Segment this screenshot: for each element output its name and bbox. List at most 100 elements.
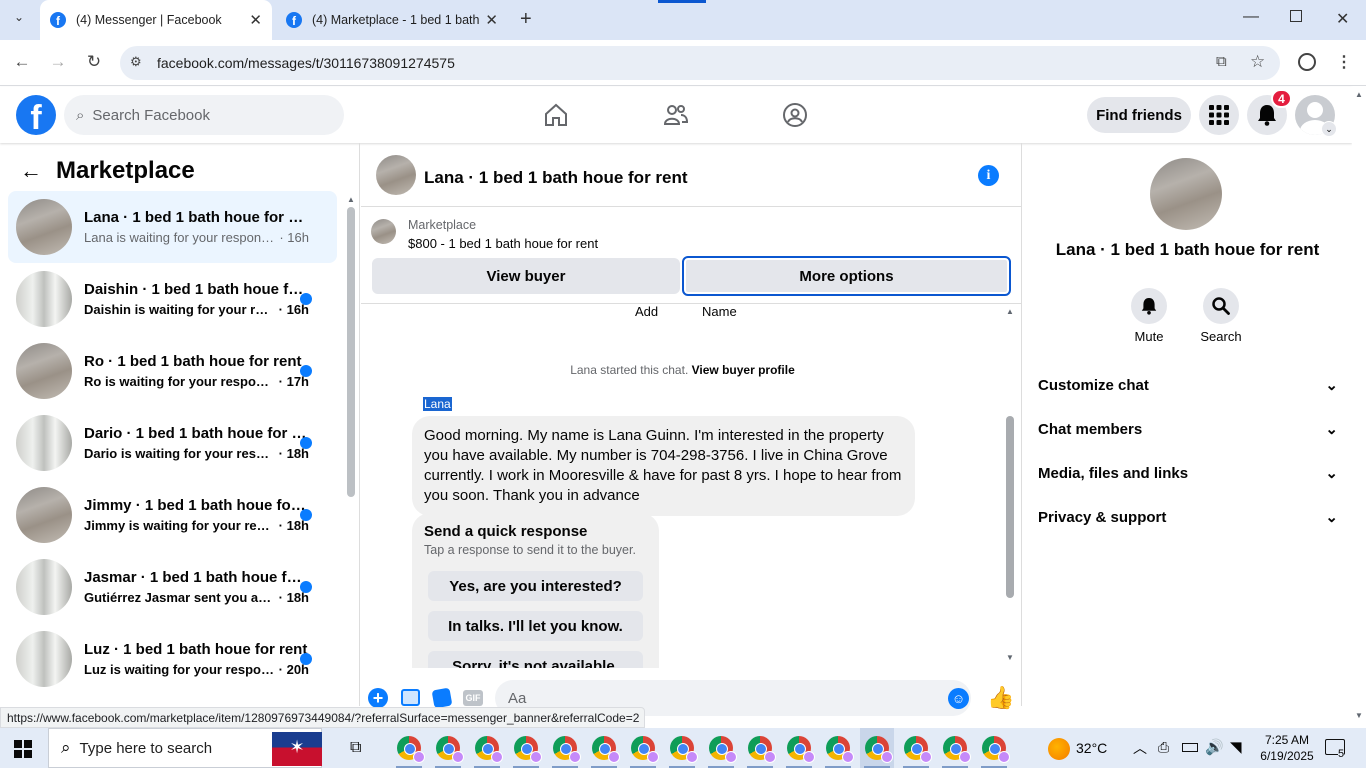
- chrome-taskbar-button[interactable]: [470, 728, 504, 768]
- profile-icon[interactable]: [1298, 53, 1316, 71]
- chrome-taskbar-button[interactable]: [665, 728, 699, 768]
- chat-scroll-down-icon[interactable]: ▼: [1006, 653, 1014, 662]
- clock[interactable]: 7:25 AM 6/19/2025: [1256, 732, 1318, 764]
- close-tab-icon[interactable]: ✕: [485, 11, 498, 29]
- facebook-logo-icon[interactable]: f: [16, 95, 56, 135]
- reload-icon[interactable]: ↻: [82, 52, 106, 72]
- find-friends-button[interactable]: Find friends: [1087, 97, 1191, 133]
- mute-button[interactable]: Mute: [1113, 288, 1185, 344]
- back-icon[interactable]: ←: [10, 52, 34, 72]
- chrome-taskbar-button[interactable]: [782, 728, 816, 768]
- chat-scrollbar[interactable]: [1006, 416, 1014, 598]
- url-text[interactable]: facebook.com/messages/t/3011673809127457…: [157, 55, 455, 71]
- groups-icon[interactable]: [782, 102, 808, 128]
- volume-icon[interactable]: 🔊: [1205, 738, 1224, 756]
- message-bubble[interactable]: Good morning. My name is Lana Guinn. I'm…: [412, 416, 915, 516]
- bookmark-star-icon[interactable]: ☆: [1250, 52, 1265, 72]
- quick-response-option[interactable]: Sorry, it's not available.: [428, 651, 643, 668]
- weather-temp[interactable]: 32°C: [1076, 740, 1107, 756]
- conversation-item[interactable]: Dario · 1 bed 1 bath houe for rent Dario …: [8, 407, 337, 479]
- task-view-icon[interactable]: ⧉: [350, 739, 361, 757]
- chevron-down-icon: ⌄: [1325, 377, 1338, 394]
- address-bar[interactable]: ⚙ facebook.com/messages/t/30116738091274…: [120, 46, 1280, 80]
- conversation-item[interactable]: Jasmar · 1 bed 1 bath houe for rent Gutié…: [8, 551, 337, 623]
- conversation-list-scrollbar[interactable]: [347, 207, 355, 497]
- close-window-icon[interactable]: ✕: [1336, 9, 1349, 29]
- chrome-taskbar-button[interactable]: [860, 728, 894, 768]
- chrome-taskbar-button[interactable]: [392, 728, 426, 768]
- chrome-taskbar-button[interactable]: [977, 728, 1011, 768]
- chrome-taskbar-button[interactable]: [938, 728, 972, 768]
- photo-icon[interactable]: [401, 689, 420, 706]
- tab-messenger[interactable]: f (4) Messenger | Facebook ✕: [40, 0, 272, 40]
- conversation-item[interactable]: Daishin · 1 bed 1 bath houe for rent Dais…: [8, 263, 337, 335]
- view-buyer-profile-link[interactable]: View buyer profile: [692, 363, 795, 377]
- info-icon[interactable]: i: [978, 165, 999, 186]
- search-highlight-image[interactable]: ✶: [272, 732, 322, 766]
- chrome-taskbar-button[interactable]: [743, 728, 777, 768]
- conversation-item[interactable]: Luz · 1 bed 1 bath houe for rent Luz is w…: [8, 623, 337, 695]
- profile-name[interactable]: Lana · 1 bed 1 bath houe for rent: [1023, 240, 1352, 260]
- weather-icon[interactable]: [1048, 738, 1070, 760]
- chrome-taskbar-button[interactable]: [431, 728, 465, 768]
- quick-response-option[interactable]: Yes, are you interested?: [428, 571, 643, 601]
- conversation-preview: Dario is waiting for your response.· 18h: [84, 446, 309, 461]
- scroll-up-arrow-icon[interactable]: ▲: [347, 195, 355, 204]
- page-scroll-up-icon[interactable]: ▲: [1355, 90, 1363, 99]
- chrome-taskbar-button[interactable]: [509, 728, 543, 768]
- chat-avatar[interactable]: [376, 155, 416, 195]
- new-tab-icon[interactable]: +: [520, 8, 532, 31]
- profile-picture[interactable]: [1150, 158, 1222, 230]
- conversation-text: Jasmar · 1 bed 1 bath houe for rent Gutié…: [84, 569, 309, 605]
- menu-button[interactable]: [1199, 95, 1239, 135]
- chrome-taskbar-button[interactable]: [626, 728, 660, 768]
- menu-kebab-icon[interactable]: ⋮: [1336, 52, 1352, 72]
- chrome-taskbar-button[interactable]: [821, 728, 855, 768]
- battery-icon[interactable]: [1182, 743, 1198, 752]
- search-facebook-input[interactable]: ⌕ Search Facebook: [64, 95, 344, 135]
- sticker-icon[interactable]: [431, 687, 453, 709]
- windows-start-icon[interactable]: [14, 740, 32, 758]
- conversation-item[interactable]: Jimmy · 1 bed 1 bath houe for rent Jimmy …: [8, 479, 337, 551]
- chat-members-row[interactable]: Chat members ⌄: [1038, 414, 1338, 444]
- forward-icon[interactable]: →: [46, 52, 70, 72]
- back-arrow-icon[interactable]: ←: [20, 158, 42, 184]
- listing-thumbnail[interactable]: [371, 219, 396, 244]
- chat-title[interactable]: Lana · 1 bed 1 bath houe for rent: [424, 168, 688, 188]
- close-tab-icon[interactable]: ✕: [249, 11, 262, 29]
- account-chevron-icon[interactable]: ⌄: [1321, 121, 1337, 137]
- thumbs-up-icon[interactable]: 👍: [987, 685, 1014, 711]
- network-icon[interactable]: ◥: [1230, 738, 1242, 756]
- customize-chat-row[interactable]: Customize chat ⌄: [1038, 370, 1338, 400]
- conversation-item[interactable]: Ro · 1 bed 1 bath houe for rent Ro is wai…: [8, 335, 337, 407]
- page-scrollbar[interactable]: ▲ ▼: [1352, 87, 1366, 728]
- meet-icon[interactable]: ⎙: [1158, 739, 1169, 756]
- home-icon[interactable]: [543, 103, 569, 127]
- tab-marketplace[interactable]: f (4) Marketplace - 1 bed 1 bath ✕: [276, 0, 508, 40]
- install-app-icon[interactable]: ⧉: [1216, 53, 1227, 70]
- listing-title[interactable]: $800 - 1 bed 1 bath houe for rent: [408, 236, 598, 251]
- quick-response-option[interactable]: In talks. I'll let you know.: [428, 611, 643, 641]
- search-in-chat-button[interactable]: Search: [1185, 288, 1257, 344]
- view-buyer-button[interactable]: View buyer: [372, 258, 680, 294]
- chrome-taskbar-button[interactable]: [899, 728, 933, 768]
- emoji-icon[interactable]: ☺: [948, 688, 969, 709]
- chrome-taskbar-button[interactable]: [587, 728, 621, 768]
- minimize-icon[interactable]: —: [1243, 8, 1259, 26]
- page-scroll-down-icon[interactable]: ▼: [1355, 711, 1363, 720]
- gif-icon[interactable]: GIF: [463, 690, 483, 706]
- site-settings-icon[interactable]: ⚙: [130, 54, 142, 70]
- plus-icon[interactable]: +: [368, 688, 388, 708]
- search-label: Search: [1200, 329, 1242, 344]
- conversation-item[interactable]: Lana · 1 bed 1 bath houe for rent Lana is…: [8, 191, 337, 263]
- chat-scroll-up-icon[interactable]: ▲: [1006, 307, 1014, 316]
- restore-icon[interactable]: [1290, 10, 1302, 22]
- tray-chevron-icon[interactable]: ︿: [1133, 738, 1147, 758]
- media-files-links-row[interactable]: Media, files and links ⌄: [1038, 458, 1338, 488]
- chrome-taskbar-button[interactable]: [548, 728, 582, 768]
- privacy-support-row[interactable]: Privacy & support ⌄: [1038, 502, 1338, 532]
- tab-search-icon[interactable]: ⌄: [8, 10, 30, 30]
- chrome-taskbar-button[interactable]: [704, 728, 738, 768]
- more-options-button[interactable]: More options: [682, 256, 1011, 296]
- friends-icon[interactable]: [663, 103, 689, 127]
